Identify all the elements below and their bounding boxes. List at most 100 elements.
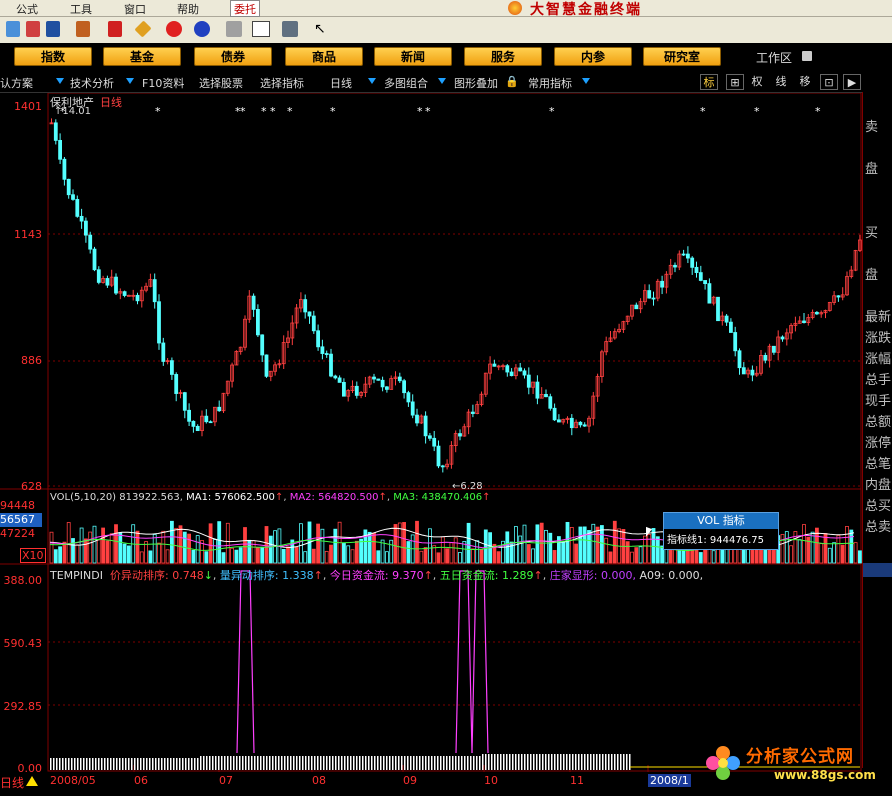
event-star: * bbox=[261, 105, 267, 118]
candle-body bbox=[71, 194, 75, 200]
dropdown-icon[interactable] bbox=[368, 78, 376, 84]
period-up-icon[interactable] bbox=[26, 776, 38, 786]
select-indicator-menu[interactable]: 选择指标 bbox=[260, 75, 304, 91]
x-axis-current: 2008/1 bbox=[648, 774, 691, 787]
help-pointer-icon[interactable]: ↖ bbox=[314, 21, 328, 37]
menu-formula[interactable]: 公式 bbox=[16, 1, 38, 17]
volume-bar bbox=[148, 550, 153, 564]
dropdown-icon[interactable] bbox=[56, 78, 64, 84]
tempindi-bar bbox=[512, 754, 514, 770]
ma3-value: 438470.406 bbox=[421, 492, 483, 503]
overlay-menu[interactable]: 图形叠加 bbox=[454, 75, 498, 91]
rights-button[interactable]: 权 bbox=[748, 74, 766, 90]
trade-icon[interactable] bbox=[108, 21, 122, 37]
volume-bar bbox=[255, 547, 260, 564]
line-button[interactable]: 线 bbox=[772, 74, 790, 90]
window-button[interactable]: ⊡ bbox=[820, 74, 838, 90]
tempindi-bar bbox=[65, 758, 67, 770]
nav-bond-button[interactable]: 债券 bbox=[194, 47, 272, 66]
f10-menu[interactable]: F10资料 bbox=[142, 75, 184, 91]
tempindi-bar bbox=[542, 754, 544, 770]
menu-window[interactable]: 窗口 bbox=[124, 1, 146, 17]
search-icon[interactable] bbox=[46, 21, 60, 37]
change-pct-label: 涨幅 bbox=[865, 352, 892, 367]
stock-chart[interactable]: * * * * * * * * * * * * * * bbox=[0, 93, 862, 772]
tempindi-bar bbox=[299, 756, 301, 770]
nav-commodity-button[interactable]: 商品 bbox=[285, 47, 363, 66]
tempindi-bar bbox=[182, 758, 184, 770]
volume-bar bbox=[191, 549, 196, 564]
tech-analysis-menu[interactable]: 技术分析 bbox=[70, 75, 114, 91]
x-axis-label: 06 bbox=[134, 774, 148, 787]
tempindi-bar bbox=[278, 756, 280, 770]
tempindi-bar bbox=[275, 756, 277, 770]
workarea-label[interactable]: 工作区 bbox=[756, 49, 792, 66]
dropdown-icon[interactable] bbox=[438, 78, 446, 84]
grid-button[interactable]: ⊞ bbox=[726, 74, 744, 90]
tempindi-bar bbox=[107, 758, 109, 770]
candle-body bbox=[324, 353, 329, 355]
tempindi-bar bbox=[86, 758, 88, 770]
mark-button[interactable]: 标 bbox=[700, 74, 718, 90]
nav-fund-button[interactable]: 基金 bbox=[103, 47, 181, 66]
candle-body bbox=[75, 199, 80, 217]
menu-help[interactable]: 帮助 bbox=[177, 1, 199, 17]
volume-bar bbox=[638, 546, 643, 564]
tempindi-bar bbox=[446, 756, 448, 770]
candle-body bbox=[737, 350, 742, 369]
ma1-label: MA1: bbox=[186, 492, 212, 503]
bars-icon[interactable] bbox=[282, 21, 298, 37]
scheme-menu[interactable]: 认方案 bbox=[0, 75, 33, 91]
select-stock-menu[interactable]: 选择股票 bbox=[199, 75, 243, 91]
tempindi-bar bbox=[587, 754, 589, 770]
tempindi-bar bbox=[266, 756, 268, 770]
candle-body bbox=[716, 296, 720, 322]
volume-bar bbox=[367, 531, 372, 564]
multi-chart-menu[interactable]: 多图组合 bbox=[384, 75, 428, 91]
home-icon[interactable] bbox=[6, 21, 20, 37]
news-icon[interactable] bbox=[166, 21, 182, 37]
limit-up-label: 涨停 bbox=[865, 436, 892, 451]
candle-body bbox=[122, 291, 127, 296]
tempindi-item-label: A09: bbox=[639, 569, 665, 582]
tempindi-bar bbox=[293, 756, 295, 770]
menu-tools[interactable]: 工具 bbox=[70, 1, 92, 17]
workarea-dropdown-icon[interactable] bbox=[802, 51, 812, 61]
dropdown-icon[interactable] bbox=[126, 78, 134, 84]
nav-news-button[interactable]: 新闻 bbox=[374, 47, 452, 66]
common-indicator-menu[interactable]: 常用指标 bbox=[528, 75, 572, 91]
tempindi-bar bbox=[455, 756, 457, 770]
diamond-icon[interactable] bbox=[134, 20, 152, 38]
volume-bar bbox=[221, 552, 226, 564]
bottom-period-tab[interactable]: 日线 bbox=[0, 774, 24, 791]
nav-service-button[interactable]: 服务 bbox=[464, 47, 542, 66]
tempindi-bar bbox=[257, 756, 259, 770]
event-star: * bbox=[815, 105, 821, 118]
next-button[interactable]: ▶ bbox=[843, 74, 861, 90]
move-button[interactable]: 移 bbox=[796, 74, 814, 90]
tempindi-bar bbox=[329, 756, 331, 770]
tempindi-bar bbox=[113, 758, 115, 770]
nav-insider-button[interactable]: 内参 bbox=[554, 47, 632, 66]
volume-bar bbox=[772, 547, 776, 564]
info-icon[interactable] bbox=[194, 21, 210, 37]
lock-icon[interactable]: 🔒 bbox=[505, 74, 519, 90]
tempindi-bar bbox=[623, 754, 625, 770]
volume-bar bbox=[587, 530, 591, 564]
alarm-icon[interactable] bbox=[76, 21, 90, 37]
tempindi-bar bbox=[575, 754, 577, 770]
market-icon[interactable] bbox=[26, 21, 40, 37]
tempindi-bar bbox=[566, 754, 568, 770]
window-icon[interactable] bbox=[252, 21, 270, 37]
tempindi-bar bbox=[344, 756, 346, 770]
print-icon[interactable] bbox=[226, 21, 242, 37]
nav-index-button[interactable]: 指数 bbox=[14, 47, 92, 66]
tempindi-bar bbox=[59, 758, 61, 770]
period-menu[interactable]: 日线 bbox=[330, 75, 352, 91]
volume-bar bbox=[101, 527, 105, 564]
weituo-button[interactable]: 委托 bbox=[230, 0, 260, 17]
candle-body bbox=[397, 376, 402, 382]
dropdown-icon[interactable] bbox=[582, 78, 590, 84]
tempindi-bar bbox=[572, 754, 574, 770]
nav-research-button[interactable]: 研究室 bbox=[643, 47, 721, 66]
